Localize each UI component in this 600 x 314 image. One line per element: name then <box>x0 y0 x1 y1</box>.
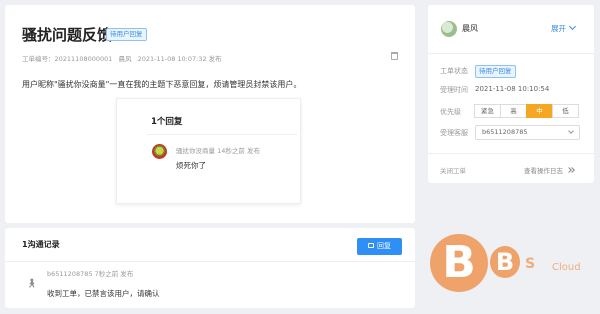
reply-button-label: 回复 <box>377 242 391 250</box>
assignee-name: 晨风 <box>462 24 478 33</box>
reply-button[interactable]: 回复 <box>357 238 402 255</box>
priority-label: 优先级 <box>440 108 461 116</box>
time-label: 受理时间 <box>440 86 468 94</box>
reply-time-suffix: 发布 <box>246 147 260 155</box>
reply-meta: 骚扰你没商量 14秒之前 发布 <box>176 145 260 155</box>
assignee-value: b6511208785 <box>482 128 528 136</box>
assignee-label: 受理客服 <box>440 129 468 137</box>
status-label: 工单状态 <box>440 67 468 75</box>
view-log-link[interactable]: 查看操作日志 <box>524 165 575 175</box>
trash-icon[interactable] <box>391 52 398 60</box>
reply-time: 14秒之前 <box>217 147 245 155</box>
priority-option-urgent[interactable]: 紧急 <box>474 104 501 118</box>
watermark-logo: B B S Cloud <box>430 226 598 312</box>
divider <box>428 53 594 54</box>
ticket-status-badge: 待用户回复 <box>106 28 147 41</box>
records-title: 1沟通记录 <box>22 240 60 249</box>
reply-user: 骚扰你没商量 <box>176 147 215 155</box>
communication-records-card: 1沟通记录 回复 🚶︎ b6511208785 7秒之前 发布 收到工单，已禁言… <box>5 228 415 308</box>
expand-label: 展开 <box>551 24 566 33</box>
expand-button[interactable]: 展开 <box>551 22 577 34</box>
chevron-right-icon <box>569 167 575 173</box>
ticket-number: 20211108000001 <box>54 55 113 63</box>
status-badge: 待用户回复 <box>475 65 516 78</box>
chevron-down-icon <box>568 22 577 31</box>
reply-text: 烦死你了 <box>176 161 206 170</box>
reply-count-title: 1个回复 <box>151 117 183 127</box>
person-icon: 🚶︎ <box>26 279 38 289</box>
ticket-card: 骚扰问题反馈 待用户回复 工单编号：20211108000001 晨风 2021… <box>5 5 415 223</box>
ticket-meta: 工单编号：20211108000001 晨风 2021-11-08 10:07:… <box>22 53 226 63</box>
close-ticket-link[interactable]: 关闭工单 <box>440 165 466 175</box>
chevron-down-icon <box>568 128 574 134</box>
chat-icon <box>368 243 374 248</box>
view-log-label: 查看操作日志 <box>524 167 563 175</box>
record-meta: b6511208785 7秒之前 发布 <box>47 268 133 278</box>
priority-option-high[interactable]: 高 <box>500 104 527 118</box>
ticket-body: 用户昵称"骚扰你没商量"一直在我的主题下恶意回复，烦请管理员封禁该用户。 <box>22 80 302 89</box>
reply-panel: 1个回复 骚扰你没商量 14秒之前 发布 烦死你了 <box>116 98 301 204</box>
divider <box>5 261 415 262</box>
divider <box>147 134 297 135</box>
watermark-letters: S <box>525 256 536 272</box>
record-time-suffix: 发布 <box>120 270 134 278</box>
assignee-select[interactable]: b6511208785 <box>475 125 580 140</box>
priority-option-medium[interactable]: 中 <box>526 104 553 118</box>
priority-selector: 紧急 高 中 低 <box>474 104 579 118</box>
ticket-title: 骚扰问题反馈 <box>22 26 113 44</box>
ticket-number-label: 工单编号： <box>22 55 55 63</box>
record-author: b6511208785 <box>47 270 93 278</box>
ticket-created-suffix: 发布 <box>208 55 222 63</box>
watermark-word: Cloud <box>552 262 581 273</box>
watermark-letter: B <box>430 234 488 292</box>
record-time: 7秒之前 <box>94 270 119 278</box>
ticket-author: 晨风 <box>118 55 132 63</box>
watermark-letter: B <box>490 246 520 278</box>
record-text: 收到工单，已禁言该用户，请确认 <box>47 289 160 298</box>
priority-option-low[interactable]: 低 <box>552 104 579 118</box>
avatar <box>152 144 167 159</box>
ticket-created: 2021-11-08 10:07:32 <box>137 55 207 63</box>
avatar <box>441 21 457 37</box>
ticket-info-card: 晨风 展开 工单状态 待用户回复 受理时间 2021-11-08 10:10:5… <box>428 5 594 183</box>
divider <box>428 153 594 154</box>
time-value: 2021-11-08 10:10:54 <box>475 85 550 93</box>
